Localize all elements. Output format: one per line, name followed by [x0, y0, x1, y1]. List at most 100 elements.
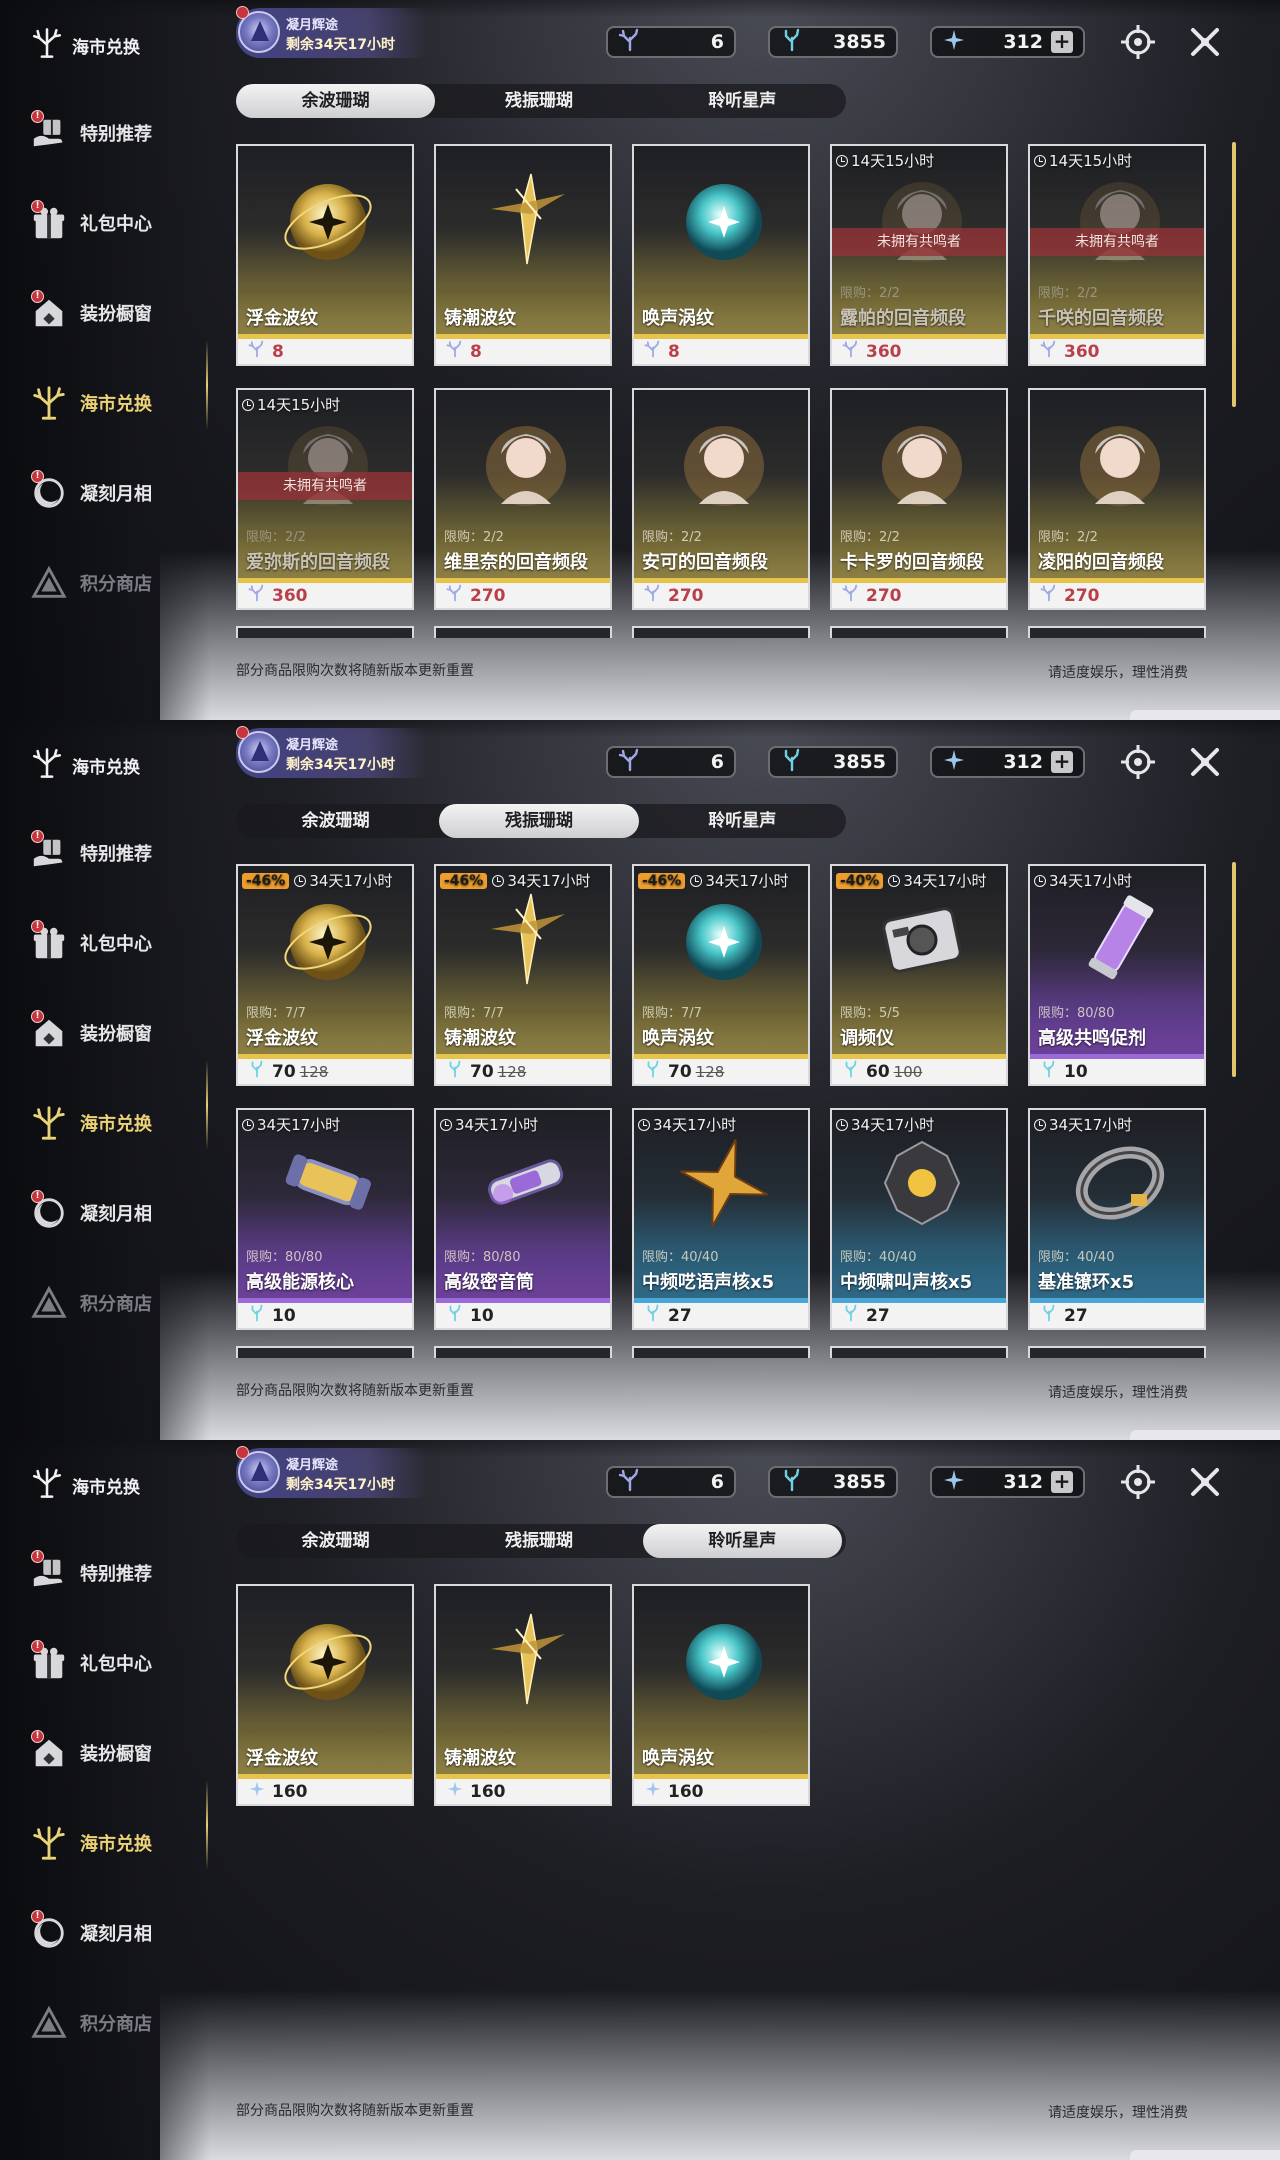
notification-badge: ! [31, 830, 44, 843]
price-value: 270 [1064, 585, 1100, 606]
item-card[interactable]: -40% 34天17小时 限购：5/5 调频仪 60 100 [830, 864, 1008, 1086]
sidebar-title: 海市兑换 [30, 26, 140, 65]
scrollbar[interactable] [1232, 142, 1236, 407]
item-price: 270 [1030, 583, 1204, 608]
sidebar-item-2[interactable]: ! 礼包中心 [28, 178, 208, 268]
tab-1[interactable]: 余波珊瑚 [236, 804, 435, 838]
item-card[interactable]: 34天17小时 限购：80/80 高级共鸣促剂 10 [1028, 864, 1206, 1086]
tab-2[interactable]: 残振珊瑚 [439, 1524, 638, 1558]
target-icon[interactable] [1118, 1462, 1158, 1502]
item-card[interactable]: -46% 34天17小时 限购：7/7 浮金波纹 70 128 [236, 864, 414, 1086]
sidebar-item-6[interactable]: 积分商店 [28, 1258, 208, 1348]
tab-3[interactable]: 聆听星声 [642, 1524, 842, 1558]
echo-coral-currency-icon [842, 1304, 860, 1327]
item-price: 10 [436, 1303, 610, 1328]
close-icon[interactable] [1185, 1462, 1225, 1502]
close-icon[interactable] [1185, 742, 1225, 782]
item-card[interactable]: 唤声涡纹 160 [632, 1584, 810, 1806]
item-card[interactable]: 唤声涡纹 8 [632, 144, 810, 366]
item-card[interactable]: 14天15小时 未拥有共鸣者 限购：2/2 爱弥斯的回音频段 360 [236, 388, 414, 610]
coral-icon [28, 1102, 70, 1144]
sidebar-title: 海市兑换 [30, 746, 140, 785]
price-value: 27 [668, 1305, 692, 1326]
sidebar-item-5[interactable]: ! 凝刻月相 [28, 1888, 208, 1978]
event-banner[interactable]: 凝月辉途 剩余34天17小时 [236, 6, 426, 58]
item-card[interactable]: 14天15小时 未拥有共鸣者 限购：2/2 露帕的回音频段 360 [830, 144, 1008, 366]
sidebar-item-3[interactable]: ! 装扮橱窗 [28, 1708, 208, 1798]
moon-seal-icon: ! [28, 1190, 70, 1234]
price-value: 270 [668, 585, 704, 606]
sidebar-item-2[interactable]: ! 礼包中心 [28, 898, 208, 988]
tab-1[interactable]: 余波珊瑚 [236, 1524, 435, 1558]
sidebar-item-4[interactable]: 海市兑换 [28, 358, 208, 448]
reset-notice: 部分商品限购次数将随新版本更新重置 [236, 2103, 474, 2119]
gold-orb-icon [273, 164, 383, 274]
tab-3[interactable]: 聆听星声 [643, 84, 842, 118]
sidebar-item-1[interactable]: ! 特别推荐 [28, 1528, 208, 1618]
sidebar-item-6[interactable]: 积分商店 [28, 1978, 208, 2068]
add-currency-button[interactable]: + [1051, 751, 1073, 773]
add-currency-button[interactable]: + [1051, 31, 1073, 53]
currency-star-sound: 312 + [930, 26, 1085, 58]
wave-coral-currency-icon [1040, 340, 1058, 363]
item-price: 70 128 [238, 1059, 412, 1084]
item-card[interactable]: 铸潮波纹 160 [434, 1584, 612, 1806]
sidebar-item-3[interactable]: ! 装扮橱窗 [28, 268, 208, 358]
item-card[interactable]: 浮金波纹 8 [236, 144, 414, 366]
tab-1[interactable]: 余波珊瑚 [236, 84, 436, 118]
clock-icon [1034, 874, 1046, 887]
item-name: 高级共鸣促剂 [1038, 1028, 1146, 1049]
sidebar-title-label: 海市兑换 [72, 758, 140, 778]
item-card[interactable]: -46% 34天17小时 限购：7/7 唤声涡纹 70 128 [632, 864, 810, 1086]
sidebar-item-3[interactable]: ! 装扮橱窗 [28, 988, 208, 1078]
item-name: 铸潮波纹 [444, 308, 516, 329]
item-price: 360 [238, 583, 412, 608]
sidebar-item-4[interactable]: 海市兑换 [28, 1798, 208, 1888]
purchase-limit: 限购：2/2 [1038, 530, 1098, 545]
tab-2[interactable]: 残振珊瑚 [439, 84, 638, 118]
add-currency-button[interactable]: + [1051, 1471, 1073, 1493]
sidebar-item-1[interactable]: ! 特别推荐 [28, 808, 208, 898]
item-timer: 34天17小时 [242, 1114, 340, 1135]
item-card[interactable]: 铸潮波纹 8 [434, 144, 612, 366]
tab-2[interactable]: 残振珊瑚 [439, 804, 639, 838]
event-banner[interactable]: 凝月辉途 剩余34天17小时 [236, 726, 426, 778]
sidebar-item-1[interactable]: ! 特别推荐 [28, 88, 208, 178]
close-icon[interactable] [1185, 22, 1225, 62]
sidebar-item-4[interactable]: 海市兑换 [28, 1078, 208, 1168]
sidebar-item-label: 海市兑换 [80, 394, 152, 415]
item-card[interactable]: 限购：2/2 卡卡罗的回音频段 270 [830, 388, 1008, 610]
purchase-limit: 限购：2/2 [840, 286, 900, 301]
sidebar-item-2[interactable]: ! 礼包中心 [28, 1618, 208, 1708]
sidebar-item-6[interactable]: 积分商店 [28, 538, 208, 628]
target-icon[interactable] [1118, 742, 1158, 782]
item-card[interactable]: 限购：2/2 维里奈的回音频段 270 [434, 388, 612, 610]
tab-3[interactable]: 聆听星声 [643, 804, 842, 838]
sidebar-item-5[interactable]: ! 凝刻月相 [28, 448, 208, 538]
item-card[interactable]: 34天17小时 限购：40/40 基准镣环x5 27 [1028, 1108, 1206, 1330]
scrollbar[interactable] [1232, 862, 1236, 1077]
price-value: 10 [1064, 1061, 1088, 1082]
coral-icon [30, 1466, 64, 1505]
item-card[interactable]: 34天17小时 限购：40/40 中频啸叫声核x5 27 [830, 1108, 1008, 1330]
item-name: 高级能源核心 [246, 1272, 354, 1293]
item-card[interactable]: 14天15小时 未拥有共鸣者 限购：2/2 千咲的回音频段 360 [1028, 144, 1206, 366]
item-card[interactable]: 34天17小时 限购：80/80 高级密音筒 10 [434, 1108, 612, 1330]
sidebar-item-5[interactable]: ! 凝刻月相 [28, 1168, 208, 1258]
item-card[interactable]: 34天17小时 限购：80/80 高级能源核心 10 [236, 1108, 414, 1330]
price-value: 8 [668, 341, 680, 362]
item-name: 露帕的回音频段 [840, 308, 966, 329]
item-card[interactable]: 34天17小时 限购：40/40 中频呓语声核x5 27 [632, 1108, 810, 1330]
price-value: 27 [1064, 1305, 1088, 1326]
sidebar-nav: ! 特别推荐! 礼包中心! 装扮橱窗 海市兑换! 凝刻月相 积分商店 [28, 1528, 208, 2068]
item-card[interactable]: 浮金波纹 160 [236, 1584, 414, 1806]
item-card[interactable]: 限购：2/2 凌阳的回音频段 270 [1028, 388, 1206, 610]
currency-tabs: 余波珊瑚 残振珊瑚 聆听星声 [236, 84, 846, 118]
target-icon[interactable] [1118, 22, 1158, 62]
item-card[interactable]: 限购：2/2 安可的回音频段 270 [632, 388, 810, 610]
item-price: 70 128 [634, 1059, 808, 1084]
item-card[interactable]: -46% 34天17小时 限购：7/7 铸潮波纹 70 128 [434, 864, 612, 1086]
home-indicator [1130, 710, 1280, 720]
event-banner[interactable]: 凝月辉途 剩余34天17小时 [236, 1446, 426, 1498]
notification-badge [236, 6, 249, 19]
